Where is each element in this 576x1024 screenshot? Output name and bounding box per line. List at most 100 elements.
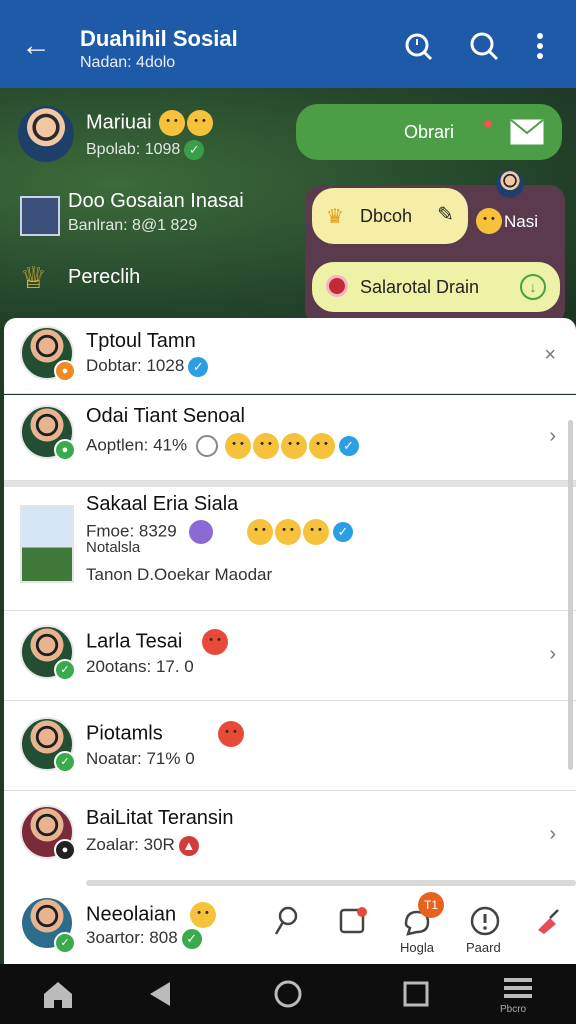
user-status: 3oartor: 808 bbox=[86, 928, 178, 947]
verified-icon: ✓ bbox=[338, 436, 359, 456]
online-badge: ● bbox=[54, 439, 76, 461]
tab-label: Hogla bbox=[400, 940, 434, 955]
list-item[interactable]: ✓ Larla Tesai 20otans: 17. 0 › bbox=[4, 611, 576, 701]
emoji-icon bbox=[189, 902, 216, 928]
reply-bubble[interactable]: Obrari bbox=[296, 104, 562, 160]
side-label: Nasi bbox=[504, 212, 539, 231]
alert-icon: ▲ bbox=[178, 835, 199, 856]
home-circle-icon[interactable] bbox=[268, 974, 308, 1014]
emoji-icon bbox=[201, 629, 228, 655]
emoji-icon bbox=[280, 433, 307, 459]
online-badge: ✓ bbox=[54, 659, 76, 681]
emoji-icon bbox=[159, 110, 186, 136]
contact-status: Zoalar: 30R bbox=[86, 835, 175, 854]
edit-pencil-icon[interactable]: ✎ bbox=[437, 202, 454, 227]
refresh-search-icon[interactable] bbox=[402, 30, 434, 62]
contact-name: Mariuai bbox=[86, 111, 152, 134]
emoji-icon bbox=[308, 433, 335, 459]
nav-label: Pbcro bbox=[500, 1004, 527, 1015]
message-bubble[interactable]: Salarotal Drain ↓ bbox=[312, 262, 560, 312]
page-title: Duahihil Sosial bbox=[80, 26, 238, 51]
bubble-text: Dbcoh bbox=[360, 205, 413, 226]
back-triangle-icon[interactable] bbox=[140, 974, 180, 1014]
crown-icon: ♕ bbox=[20, 262, 47, 295]
chat-row[interactable]: Mariuai Bpolab: 1098 ✓ bbox=[86, 110, 214, 160]
contact-status: Bpolab: 1098 bbox=[86, 141, 181, 159]
emoji-icon bbox=[187, 110, 214, 136]
recents-icon[interactable] bbox=[396, 974, 436, 1014]
emoji-icon bbox=[246, 519, 273, 545]
home-icon[interactable] bbox=[38, 974, 78, 1014]
secondary-status: Notalsla bbox=[86, 539, 141, 556]
scrollbar[interactable] bbox=[568, 420, 573, 770]
verified-icon: ✓ bbox=[188, 356, 209, 377]
tab-label: Paard bbox=[466, 940, 501, 955]
contact-name: Tptoul Tamn bbox=[86, 330, 196, 352]
chevron-right-icon[interactable]: › bbox=[549, 823, 556, 846]
mail-icon bbox=[510, 119, 544, 145]
close-icon[interactable]: × bbox=[544, 344, 556, 367]
list-item[interactable]: ● BaiLitat Teransin Zoalar: 30R ▲ › bbox=[4, 791, 576, 881]
contact-name: Larla Tesai bbox=[86, 630, 183, 653]
alert-icon[interactable] bbox=[468, 904, 502, 938]
contact-status: 20otans: 17. 0 bbox=[86, 657, 194, 676]
pin-icon[interactable] bbox=[270, 904, 304, 938]
emoji-icon bbox=[218, 721, 245, 747]
more-vertical-icon[interactable] bbox=[532, 30, 548, 62]
contact-status: Aoptlen: 41% bbox=[86, 435, 188, 455]
bubble-text: Obrari bbox=[404, 121, 455, 142]
download-icon[interactable]: ↓ bbox=[520, 274, 546, 300]
emoji-icon bbox=[476, 208, 502, 234]
contact-status: Banlran: 8@1 829 bbox=[68, 217, 198, 234]
contact-name: Doo Gosaian Inasai bbox=[68, 190, 244, 212]
brush-icon[interactable] bbox=[530, 904, 564, 938]
clock-icon bbox=[195, 435, 218, 457]
group-thumbnail[interactable] bbox=[20, 196, 60, 236]
notification-badge: T1 bbox=[418, 892, 444, 918]
contact-name: Sakaal Eria Siala bbox=[86, 493, 239, 515]
list-item[interactable]: ● Tptoul Tamn Dobtar: 1028 ✓ × bbox=[4, 318, 576, 394]
verified-icon: ✓ bbox=[184, 140, 205, 160]
contact-name: Piotamls bbox=[86, 722, 163, 745]
chat-row[interactable]: Doo Gosaian Inasai Banlran: 8@1 829 bbox=[68, 190, 244, 235]
page-subtitle: Nadan: 4dolo bbox=[80, 54, 176, 71]
photo-thumbnail bbox=[20, 505, 74, 583]
list-item[interactable]: Sakaal Eria Siala Fmoe: 8329 ✓ Notalsla … bbox=[4, 487, 576, 611]
status-badge: ● bbox=[54, 360, 76, 382]
badge-icon bbox=[189, 520, 214, 544]
note-icon[interactable] bbox=[336, 904, 370, 938]
bubble-text: Salarotal Drain bbox=[360, 276, 480, 297]
emoji-icon bbox=[224, 433, 251, 459]
emoji-icon bbox=[302, 519, 329, 545]
contact-status: Fmoe: 8329 bbox=[86, 521, 177, 541]
message-preview: Tanon D.Ooekar Maodar bbox=[86, 565, 273, 584]
chat-row[interactable]: Pereclih bbox=[68, 266, 140, 289]
chevron-right-icon[interactable]: › bbox=[549, 425, 556, 448]
contact-status: Dobtar: 1028 bbox=[86, 356, 185, 375]
avatar bbox=[496, 170, 524, 198]
contact-name: Odai Tiant Senoal bbox=[86, 405, 245, 427]
dot-icon bbox=[484, 120, 492, 128]
chevron-right-icon[interactable]: › bbox=[549, 643, 556, 666]
app-header: ← Duahihil Sosial Nadan: 4dolo bbox=[0, 0, 576, 88]
status-badge: ● bbox=[54, 839, 76, 861]
divider bbox=[86, 880, 576, 886]
online-badge: ✓ bbox=[54, 751, 76, 773]
online-badge: ✓ bbox=[54, 932, 76, 954]
emoji-icon bbox=[252, 433, 279, 459]
emoji-icon bbox=[274, 519, 301, 545]
list-item[interactable]: ● Odai Tiant Senoal Aoptlen: 41% ✓ › bbox=[4, 395, 576, 481]
list-item[interactable]: ✓ Piotamls Noatar: 71% 0 bbox=[4, 701, 576, 791]
back-arrow-icon[interactable]: ← bbox=[18, 28, 54, 64]
verified-icon: ✓ bbox=[332, 522, 353, 542]
cat-emoji-icon: ♛ bbox=[326, 206, 344, 228]
contact-name: Pereclih bbox=[68, 266, 141, 288]
avatar[interactable] bbox=[18, 106, 74, 162]
message-bubble[interactable]: ♛ Dbcoh ✎ bbox=[312, 188, 468, 244]
verified-icon: ✓ bbox=[181, 928, 202, 949]
record-icon bbox=[326, 275, 348, 297]
user-name: Neeolaian bbox=[86, 903, 177, 926]
search-icon[interactable] bbox=[468, 30, 500, 62]
contact-status: Noatar: 71% 0 bbox=[86, 749, 195, 768]
contact-name: BaiLitat Teransin bbox=[86, 807, 234, 829]
